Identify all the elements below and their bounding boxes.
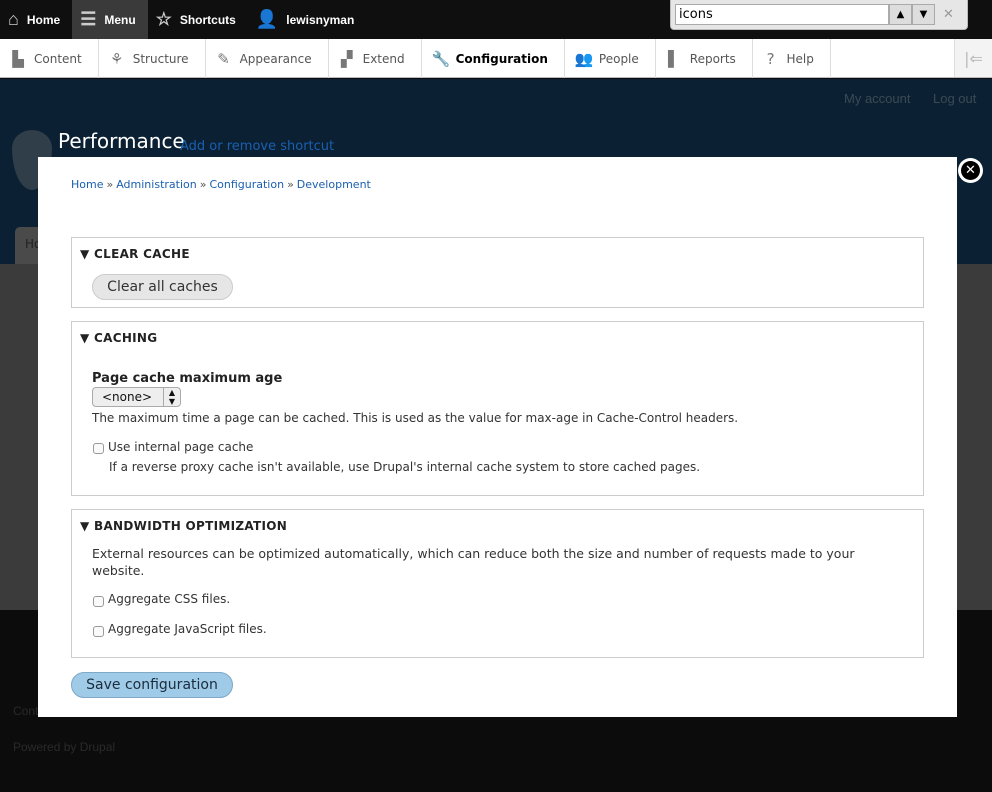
tray-item-configuration[interactable]: 🔧 Configuration xyxy=(422,39,565,78)
home-label: Home xyxy=(26,12,61,27)
toolbar-home[interactable]: ⌂ Home xyxy=(0,0,72,39)
close-icon: ✕ xyxy=(961,161,980,180)
legend-text: BANDWIDTH OPTIMIZATION xyxy=(94,519,288,533)
tray-label: Help xyxy=(786,51,814,66)
tray-item-content[interactable]: ▙ Content xyxy=(0,39,99,78)
breadcrumb-administration[interactable]: Administration xyxy=(116,178,197,191)
tray-label: Content xyxy=(34,51,82,66)
tray-label: Reports xyxy=(689,51,736,66)
aggregate-js-label[interactable]: Aggregate JavaScript files. xyxy=(108,622,267,636)
find-bar: ▲ ▼ ✕ xyxy=(670,0,968,30)
bandwidth-legend[interactable]: ▼ BANDWIDTH OPTIMIZATION xyxy=(80,519,287,533)
menu-label: Menu xyxy=(104,12,136,27)
toolbar-user[interactable]: 👤 lewisnyman xyxy=(248,0,366,39)
tray-label: Structure xyxy=(132,51,189,66)
legend-text: CLEAR CACHE xyxy=(94,247,190,261)
page-title: Performance xyxy=(58,129,185,153)
bandwidth-description: External resources can be optimized auto… xyxy=(92,546,855,578)
toolbar-menu[interactable]: ☰ Menu xyxy=(72,0,148,39)
find-next-button[interactable]: ▼ xyxy=(912,4,935,25)
close-dialog-button[interactable]: ✕ xyxy=(958,158,983,183)
breadcrumb-separator: » xyxy=(287,178,294,191)
collapse-tray-icon[interactable]: |⇐ xyxy=(954,39,992,77)
star-icon: ☆ xyxy=(155,9,172,29)
caching-legend[interactable]: ▼ CACHING xyxy=(80,331,157,345)
triangle-down-icon: ▼ xyxy=(80,247,95,261)
page-cache-label: Page cache maximum age xyxy=(92,371,283,386)
tray-item-appearance[interactable]: ✎ Appearance xyxy=(206,39,329,78)
select-arrows-icon: ▲ ▼ xyxy=(163,388,180,406)
find-close-icon[interactable]: ✕ xyxy=(943,7,954,22)
footer-contact[interactable]: Cont xyxy=(13,704,38,718)
add-shortcut-link[interactable]: Add or remove shortcut xyxy=(180,139,334,154)
breadcrumb: Home» Administration» Configuration» Develo… xyxy=(71,178,371,191)
people-icon: 👥 xyxy=(574,49,594,68)
home-icon: ⌂ xyxy=(8,9,19,29)
wrench-icon: 🔧 xyxy=(431,49,451,68)
tray-item-extend[interactable]: ▞ Extend xyxy=(329,39,422,78)
triangle-down-icon: ▼ xyxy=(80,331,95,345)
hamburger-icon: ☰ xyxy=(80,9,97,29)
breadcrumb-configuration[interactable]: Configuration xyxy=(209,178,284,191)
find-input[interactable] xyxy=(675,4,889,25)
sitemap-icon: ⚘ xyxy=(110,49,124,68)
tray-item-help[interactable]: ? Help xyxy=(753,39,831,78)
internal-page-cache-label[interactable]: Use internal page cache xyxy=(108,440,253,454)
breadcrumb-separator: » xyxy=(199,178,207,191)
save-configuration-button[interactable]: Save configuration xyxy=(71,672,233,698)
aggregate-css-label[interactable]: Aggregate CSS files. xyxy=(108,592,230,606)
page-cache-max-age-select[interactable]: <none> ▲ ▼ xyxy=(92,387,181,407)
tray-label: Configuration xyxy=(455,51,548,66)
breadcrumb-development[interactable]: Development xyxy=(297,178,371,191)
clear-cache-fieldset: ▼ CLEAR CACHE Clear all caches xyxy=(71,237,924,308)
caching-fieldset: ▼ CACHING Page cache maximum age <none> ▲… xyxy=(71,321,924,496)
internal-page-cache-checkbox[interactable] xyxy=(93,443,104,454)
footer-powered[interactable]: Powered by Drupal xyxy=(13,740,115,754)
tray-label: Extend xyxy=(362,51,405,66)
tray-item-structure[interactable]: ⚘ Structure xyxy=(99,39,206,78)
puzzle-icon: ▞ xyxy=(340,49,353,68)
breadcrumb-home[interactable]: Home xyxy=(71,178,103,191)
aggregate-css-checkbox[interactable] xyxy=(93,596,104,607)
find-previous-button[interactable]: ▲ xyxy=(889,4,912,25)
user-icon: 👤 xyxy=(255,9,279,29)
breadcrumb-separator: » xyxy=(106,178,114,191)
internal-page-cache-description: If a reverse proxy cache isn't available… xyxy=(109,460,701,474)
tray-item-reports[interactable]: ▌ Reports xyxy=(656,39,753,78)
toolbar-shortcuts[interactable]: ☆ Shortcuts xyxy=(148,0,248,39)
page-cache-description: The maximum time a page can be cached. T… xyxy=(92,411,739,425)
tray-label: Appearance xyxy=(239,51,312,66)
tray-item-people[interactable]: 👥 People xyxy=(565,39,656,78)
log-out-link[interactable]: Log out xyxy=(933,91,976,106)
modal-dialog: Home» Administration» Configuration» Develo… xyxy=(38,157,957,717)
my-account-link[interactable]: My account xyxy=(844,91,910,106)
shortcuts-label: Shortcuts xyxy=(179,12,236,27)
toolbar-tray: ▙ Content ⚘ Structure ✎ Appearance ▞ Extend … xyxy=(0,39,992,78)
user-label: lewisnyman xyxy=(286,12,355,27)
tray-label: People xyxy=(598,51,639,66)
paintbrush-icon: ✎ xyxy=(217,49,230,68)
select-value: <none> xyxy=(102,390,153,404)
page-icon: ▙ xyxy=(12,49,24,68)
clear-cache-legend[interactable]: ▼ CLEAR CACHE xyxy=(80,247,190,261)
help-icon: ? xyxy=(766,49,775,68)
aggregate-js-checkbox[interactable] xyxy=(93,626,104,637)
legend-text: CACHING xyxy=(94,331,158,345)
triangle-down-icon: ▼ xyxy=(80,519,95,533)
bar-chart-icon: ▌ xyxy=(668,49,680,68)
clear-all-caches-button[interactable]: Clear all caches xyxy=(92,274,233,300)
bandwidth-fieldset: ▼ BANDWIDTH OPTIMIZATION External resour… xyxy=(71,509,924,658)
